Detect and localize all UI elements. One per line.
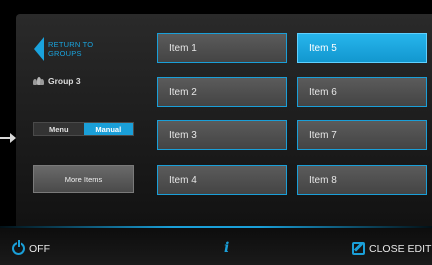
item-button[interactable]: Item 7 — [297, 120, 427, 150]
power-off-button[interactable]: OFF — [12, 240, 50, 255]
mode-toggle[interactable]: Menu Manual — [33, 122, 134, 136]
close-edit-label: CLOSE EDIT — [369, 242, 432, 255]
power-icon — [12, 240, 25, 255]
item-button[interactable]: Item 6 — [297, 77, 427, 107]
item-button[interactable]: Item 1 — [157, 33, 287, 63]
power-label: OFF — [29, 242, 50, 255]
group-icon — [33, 77, 44, 85]
back-label-line2: GROUPS — [48, 49, 82, 58]
back-label-line1: RETURN TO — [48, 40, 94, 49]
mode-option-manual[interactable]: Manual — [83, 123, 133, 135]
return-to-groups-button[interactable]: RETURN TO GROUPS — [34, 36, 100, 62]
info-icon[interactable]: i — [224, 240, 229, 256]
item-button[interactable]: Item 4 — [157, 165, 287, 195]
more-items-button[interactable]: More Items — [33, 165, 134, 193]
item-button[interactable]: Item 3 — [157, 120, 287, 150]
item-button[interactable]: Item 5 — [297, 33, 427, 63]
pointer-arrow — [0, 133, 16, 143]
item-button[interactable]: Item 8 — [297, 165, 427, 195]
item-button[interactable]: Item 2 — [157, 77, 287, 107]
return-to-groups-label: RETURN TO GROUPS — [48, 40, 100, 58]
edit-icon — [352, 242, 365, 255]
close-edit-button[interactable]: CLOSE EDIT — [352, 242, 431, 255]
group-name: Group 3 — [48, 76, 81, 86]
current-group: Group 3 — [33, 76, 81, 86]
back-arrow-icon — [34, 37, 44, 61]
screen: RETURN TO GROUPS Group 3 Menu Manual Mor… — [0, 0, 432, 265]
mode-option-menu[interactable]: Menu — [34, 123, 84, 135]
